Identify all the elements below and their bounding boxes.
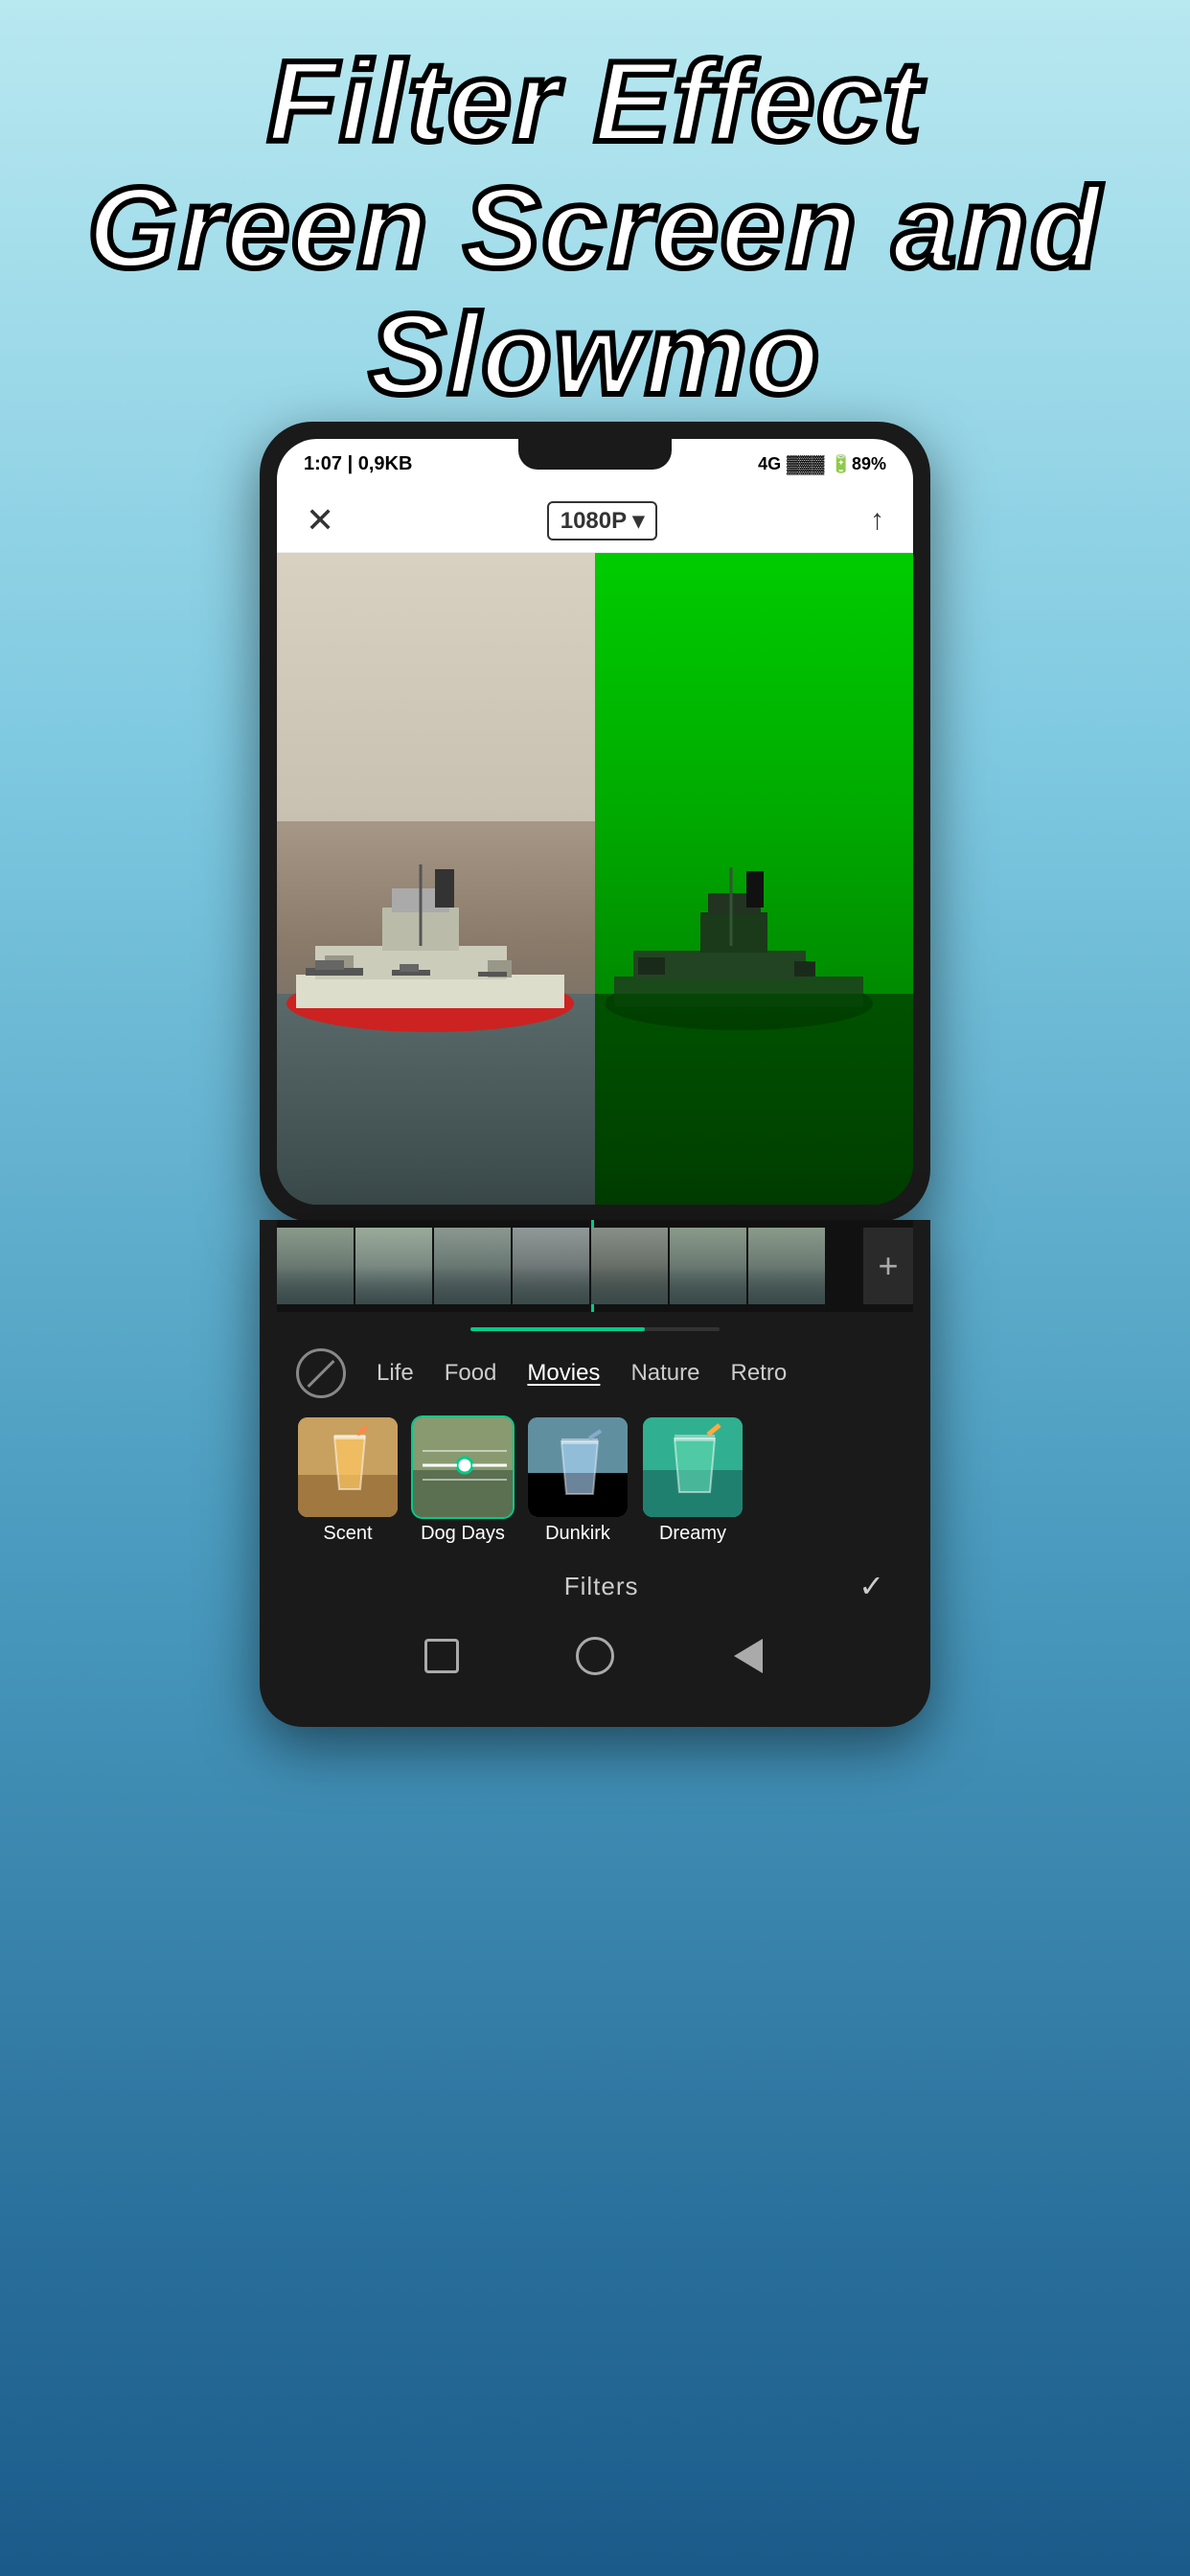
hero-line2: Green Screen and Slowmo: [38, 165, 1152, 418]
filter-dunkirk-img: [528, 1417, 628, 1517]
timeline-add-button[interactable]: +: [863, 1228, 913, 1304]
filter-dreamy-img: [643, 1417, 743, 1517]
filter-dreamy-label: Dreamy: [641, 1523, 744, 1545]
nav-bar: [277, 1620, 913, 1702]
nav-back-button[interactable]: [729, 1637, 767, 1675]
phone-bottom: + Life Food Movies Na: [260, 1220, 930, 1727]
phone-device: 1:07 | 0,9KB 4G ▓▓▓ 🔋89% ✕ 1080P ▾ ↑: [260, 422, 930, 1727]
timeline-thumb-6: [670, 1228, 746, 1304]
export-button[interactable]: ↑: [870, 504, 884, 537]
progress-bar-wrap: [277, 1320, 913, 1339]
close-button[interactable]: ✕: [306, 500, 334, 540]
filters-bottom-bar: Filters ✓: [277, 1552, 913, 1620]
progress-bar: [470, 1327, 720, 1331]
phone-top: 1:07 | 0,9KB 4G ▓▓▓ 🔋89% ✕ 1080P ▾ ↑: [260, 422, 930, 1222]
horizon-ships: [296, 951, 584, 979]
filters-label: Filters: [344, 1572, 858, 1601]
video-right-greenscreen: [595, 553, 913, 1205]
nav-home-button[interactable]: [576, 1637, 614, 1675]
no-filter-button[interactable]: [296, 1348, 346, 1398]
nav-square-button[interactable]: [423, 1637, 461, 1675]
timeline-thumb-3: [434, 1228, 511, 1304]
video-preview: [277, 553, 913, 1205]
hero-line1: Filter Effect: [38, 38, 1152, 165]
timeline-thumb-4: [513, 1228, 589, 1304]
filter-scent[interactable]: Scent: [296, 1415, 400, 1545]
filter-section: Life Food Movies Nature Retro: [277, 1312, 913, 1710]
filter-dogdays-img: [413, 1417, 513, 1517]
ship-left-svg: [277, 850, 593, 1042]
filter-scent-label: Scent: [296, 1523, 400, 1545]
video-left-original: [277, 553, 595, 1205]
timeline-strip: [277, 1228, 860, 1304]
timeline[interactable]: +: [277, 1220, 913, 1312]
filter-scent-thumb: [296, 1415, 400, 1519]
category-tabs: Life Food Movies Nature Retro: [277, 1339, 913, 1408]
timeline-thumb-7: [748, 1228, 825, 1304]
category-nature[interactable]: Nature: [630, 1360, 699, 1387]
status-right: 4G ▓▓▓ 🔋89%: [758, 454, 886, 474]
filter-dogdays-label: Dog Days: [411, 1523, 515, 1545]
filter-dunkirk-label: Dunkirk: [526, 1523, 629, 1545]
filter-dreamy[interactable]: Dreamy: [641, 1415, 744, 1545]
notch: [518, 439, 672, 470]
filter-dunkirk-thumb: [526, 1415, 629, 1519]
timeline-thumb-2: [355, 1228, 432, 1304]
status-time: 1:07 | 0,9KB: [304, 453, 412, 475]
filter-items: Scent: [277, 1408, 913, 1552]
category-retro[interactable]: Retro: [730, 1360, 787, 1387]
progress-fill: [470, 1327, 645, 1331]
filter-dogdays[interactable]: Dog Days: [411, 1415, 515, 1545]
category-life[interactable]: Life: [377, 1360, 414, 1387]
timeline-thumb-5: [591, 1228, 668, 1304]
hero-title: Filter Effect Green Screen and Slowmo: [0, 38, 1190, 418]
filter-dunkirk[interactable]: Dunkirk: [526, 1415, 629, 1545]
filter-dogdays-thumb: [411, 1415, 515, 1519]
timeline-thumb-1: [277, 1228, 354, 1304]
filter-scent-img: [298, 1417, 398, 1517]
resolution-selector[interactable]: 1080P ▾: [547, 501, 658, 540]
app-toolbar: ✕ 1080P ▾ ↑: [277, 489, 913, 553]
category-food[interactable]: Food: [445, 1360, 497, 1387]
category-movies[interactable]: Movies: [527, 1360, 600, 1387]
filter-dreamy-thumb: [641, 1415, 744, 1519]
filters-check-button[interactable]: ✓: [858, 1568, 884, 1604]
